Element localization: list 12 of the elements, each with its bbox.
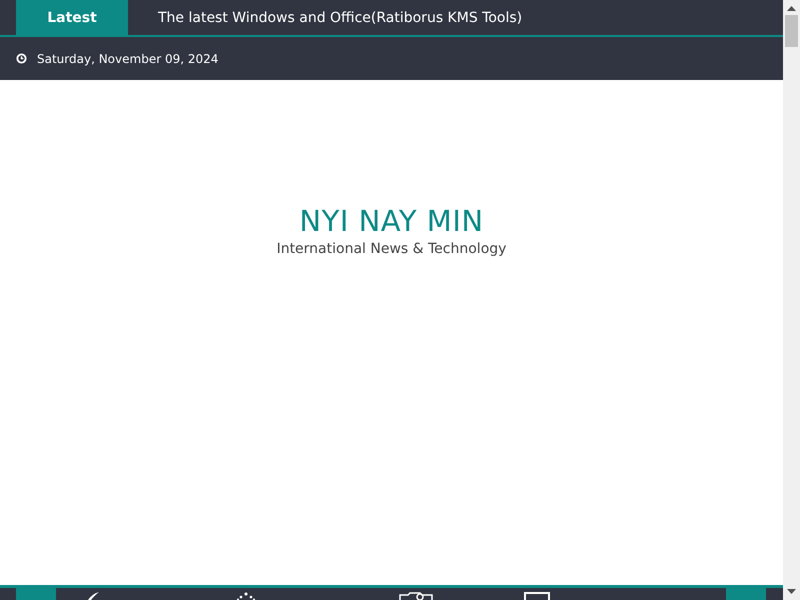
clock-icon bbox=[16, 53, 27, 64]
scroll-down-icon[interactable] bbox=[787, 589, 796, 594]
headline-link[interactable]: The latest Windows and Office(Ratiborus KMS Tools) bbox=[158, 0, 522, 35]
pen-icon[interactable] bbox=[86, 592, 100, 600]
monitor-icon[interactable] bbox=[524, 592, 550, 600]
date-text: Saturday, November 09, 2024 bbox=[37, 52, 218, 66]
latest-label: Latest bbox=[16, 0, 128, 35]
site-title[interactable]: NYI NAY MIN bbox=[299, 204, 484, 238]
scroll-up-icon[interactable] bbox=[787, 6, 796, 11]
scroll-thumb[interactable] bbox=[785, 15, 798, 47]
site-tagline: International News & Technology bbox=[276, 241, 506, 257]
stars-icon[interactable] bbox=[236, 592, 256, 600]
